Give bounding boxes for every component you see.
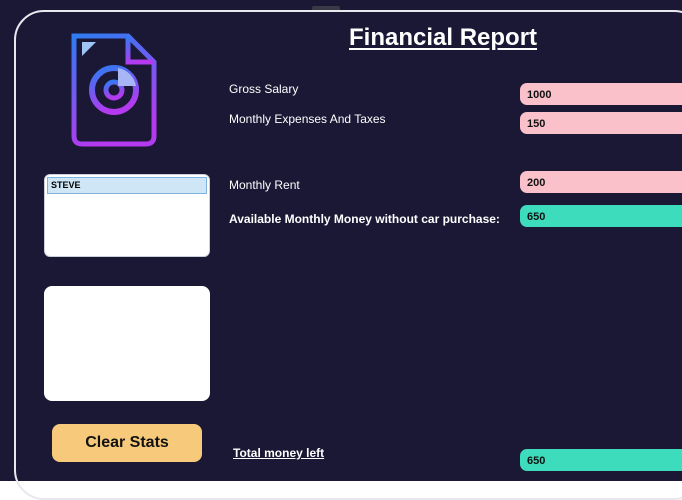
- available-money-output: 650: [520, 205, 682, 227]
- available-money-label: Available Monthly Money without car purc…: [229, 212, 500, 226]
- stats-panel: [44, 286, 210, 401]
- monthly-rent-label: Monthly Rent: [229, 178, 300, 192]
- monthly-expenses-label: Monthly Expenses And Taxes: [229, 112, 386, 126]
- total-money-left-output: 650: [520, 449, 682, 471]
- page-title: Financial Report: [349, 24, 538, 51]
- name-listbox[interactable]: STEVE: [44, 174, 210, 257]
- clear-stats-button[interactable]: Clear Stats: [52, 424, 202, 462]
- app-window: Financial Report STEVE Clear Stats Gross…: [0, 0, 682, 500]
- gross-salary-label: Gross Salary: [229, 82, 299, 96]
- list-item[interactable]: STEVE: [47, 177, 207, 194]
- monthly-rent-field[interactable]: 200: [520, 171, 682, 193]
- monthly-expenses-field[interactable]: 150: [520, 112, 682, 134]
- gross-salary-field[interactable]: 1000: [520, 83, 682, 105]
- total-money-left-label: Total money left: [233, 446, 325, 460]
- report-document-icon: [71, 33, 157, 151]
